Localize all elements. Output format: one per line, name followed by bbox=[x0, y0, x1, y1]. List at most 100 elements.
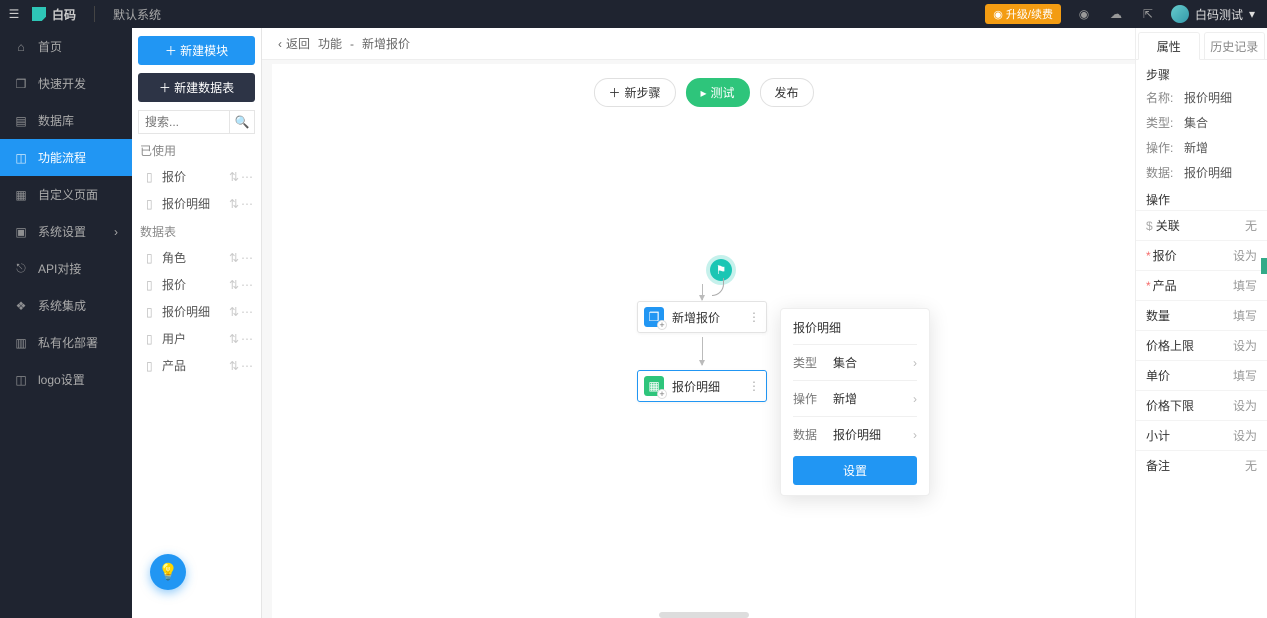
new-table-button[interactable]: ＋ 新建数据表 bbox=[138, 73, 255, 102]
crumb-func: 功能 bbox=[318, 35, 342, 52]
op-row[interactable]: 单价填写 bbox=[1136, 360, 1267, 390]
op-row[interactable]: 关联无 bbox=[1136, 210, 1267, 240]
nav-quickdev[interactable]: ❒快速开发 bbox=[0, 65, 132, 102]
test-button[interactable]: ▸测试 bbox=[685, 78, 749, 107]
connector-arrow bbox=[702, 284, 703, 300]
nav-integration[interactable]: ❖系统集成 bbox=[0, 287, 132, 324]
sort-icon[interactable]: ⇅ bbox=[229, 305, 239, 319]
list-item[interactable]: ▯报价明细⇅⋯ bbox=[132, 298, 261, 325]
sort-icon[interactable]: ⇅ bbox=[229, 332, 239, 346]
tab-attributes[interactable]: 属性 bbox=[1138, 32, 1200, 60]
more-icon[interactable]: ⋯ bbox=[241, 305, 253, 319]
new-module-button[interactable]: ＋ 新建模块 bbox=[138, 36, 255, 65]
menu-toggle-icon[interactable]: ☰ bbox=[0, 7, 28, 21]
chevron-right-icon: › bbox=[913, 428, 917, 442]
popover-row-type[interactable]: 类型 集合 › bbox=[793, 347, 917, 378]
brand-logo[interactable]: 白码 bbox=[32, 6, 76, 23]
op-row[interactable]: 数量填写 bbox=[1136, 300, 1267, 330]
list-item-label: 报价 bbox=[162, 276, 186, 293]
nav-api[interactable]: ⎋API对接 bbox=[0, 250, 132, 287]
system-name[interactable]: 默认系统 bbox=[113, 6, 161, 23]
op-label: 价格下限 bbox=[1146, 397, 1194, 414]
op-row[interactable]: 价格下限设为 bbox=[1136, 390, 1267, 420]
more-icon[interactable]: ⋯ bbox=[241, 251, 253, 265]
document-icon: ▯ bbox=[146, 251, 156, 265]
op-value: 填写 bbox=[1233, 307, 1257, 324]
op-row[interactable]: 报价设为 bbox=[1136, 240, 1267, 270]
canvas[interactable]: ＋新步骤 ▸测试 发布 ⚑ ❒+ 新增报价 ⋮ ▦+ 报价明细 ⋮ 报价明细 类… bbox=[272, 64, 1135, 618]
publish-button[interactable]: 发布 bbox=[760, 78, 814, 107]
export-icon[interactable]: ⇱ bbox=[1139, 5, 1157, 23]
node-label: 报价明细 bbox=[672, 378, 720, 395]
op-row[interactable]: 小计设为 bbox=[1136, 420, 1267, 450]
group-used-title: 已使用 bbox=[132, 136, 261, 163]
upgrade-button[interactable]: ◉升级/续费 bbox=[985, 4, 1061, 24]
search-icon[interactable]: 🔍 bbox=[229, 110, 255, 134]
op-label: 价格上限 bbox=[1146, 337, 1194, 354]
more-icon[interactable]: ⋯ bbox=[241, 197, 253, 211]
op-row[interactable]: 产品填写 bbox=[1136, 270, 1267, 300]
node-more-icon[interactable]: ⋮ bbox=[748, 310, 760, 324]
node-cube-icon: ❒+ bbox=[644, 307, 664, 327]
nav-custom-page[interactable]: ▦自定义页面 bbox=[0, 176, 132, 213]
back-button[interactable]: ‹返回 bbox=[278, 35, 310, 52]
brand-name: 白码 bbox=[52, 6, 76, 23]
popover-row-data[interactable]: 数据 报价明细 › bbox=[793, 419, 917, 450]
search-input[interactable] bbox=[138, 110, 229, 134]
popover-set-button[interactable]: 设置 bbox=[793, 456, 917, 485]
node-more-icon[interactable]: ⋮ bbox=[748, 379, 760, 393]
topbar: ☰ 白码 默认系统 ◉升级/续费 ◉ ☁ ⇱ 白码测试 ▾ bbox=[0, 0, 1267, 28]
ops-section-title: 操作 bbox=[1136, 185, 1267, 210]
list-item[interactable]: ▯角色⇅⋯ bbox=[132, 244, 261, 271]
list-item[interactable]: ▯产品⇅⋯ bbox=[132, 352, 261, 379]
horizontal-scrollbar[interactable] bbox=[659, 612, 749, 618]
more-icon[interactable]: ⋯ bbox=[241, 332, 253, 346]
integration-icon: ❖ bbox=[14, 299, 28, 313]
chevron-right-icon: › bbox=[913, 356, 917, 370]
document-icon: ▯ bbox=[146, 359, 156, 373]
avatar-icon bbox=[1171, 5, 1189, 23]
op-row[interactable]: 价格上限设为 bbox=[1136, 330, 1267, 360]
tab-history[interactable]: 历史记录 bbox=[1204, 32, 1266, 59]
more-icon[interactable]: ⋯ bbox=[241, 170, 253, 184]
sort-icon[interactable]: ⇅ bbox=[229, 197, 239, 211]
popover-row-op[interactable]: 操作 新增 › bbox=[793, 383, 917, 414]
breadcrumb-bar: ‹返回 功能 - 新增报价 bbox=[262, 28, 1267, 60]
list-item[interactable]: ▯报价⇅⋯ bbox=[132, 271, 261, 298]
side-indicator[interactable] bbox=[1261, 258, 1267, 274]
more-icon[interactable]: ⋯ bbox=[241, 278, 253, 292]
list-item[interactable]: ▯报价⇅⋯ bbox=[132, 163, 261, 190]
op-value: 填写 bbox=[1233, 367, 1257, 384]
connector-curve bbox=[712, 278, 724, 296]
flow-node-quote-detail[interactable]: ▦+ 报价明细 ⋮ bbox=[637, 370, 767, 402]
more-icon[interactable]: ⋯ bbox=[241, 359, 253, 373]
help-fab[interactable]: 💡 bbox=[150, 554, 186, 590]
crumb-sep: - bbox=[350, 37, 354, 51]
op-row[interactable]: 备注无 bbox=[1136, 450, 1267, 480]
sort-icon[interactable]: ⇅ bbox=[229, 170, 239, 184]
new-step-button[interactable]: ＋新步骤 bbox=[593, 78, 675, 107]
nav-database[interactable]: ▤数据库 bbox=[0, 102, 132, 139]
user-name: 白码测试 bbox=[1195, 6, 1243, 23]
nav-deploy[interactable]: ▥私有化部署 bbox=[0, 324, 132, 361]
sort-icon[interactable]: ⇅ bbox=[229, 278, 239, 292]
nav-logo[interactable]: ◫logo设置 bbox=[0, 361, 132, 398]
chevron-right-icon: › bbox=[114, 225, 118, 239]
logo-mark-icon bbox=[32, 7, 46, 21]
server-icon: ▥ bbox=[14, 336, 28, 350]
user-menu[interactable]: 白码测试 ▾ bbox=[1171, 5, 1255, 23]
nav-home[interactable]: ⌂首页 bbox=[0, 28, 132, 65]
node-list-icon: ▦+ bbox=[644, 376, 664, 396]
node-config-popover: 报价明细 类型 集合 › 操作 新增 › 数据 报价明细 › 设置 bbox=[780, 308, 930, 496]
flow-node-add-quote[interactable]: ❒+ 新增报价 ⋮ bbox=[637, 301, 767, 333]
cloud-icon[interactable]: ☁ bbox=[1107, 5, 1125, 23]
list-item[interactable]: ▯用户⇅⋯ bbox=[132, 325, 261, 352]
nav-flow[interactable]: ◫功能流程 bbox=[0, 139, 132, 176]
op-label: 关联 bbox=[1146, 217, 1180, 234]
sort-icon[interactable]: ⇅ bbox=[229, 251, 239, 265]
play-preview-icon[interactable]: ◉ bbox=[1075, 5, 1093, 23]
nav-settings[interactable]: ▣系统设置› bbox=[0, 213, 132, 250]
sort-icon[interactable]: ⇅ bbox=[229, 359, 239, 373]
list-item-label: 报价 bbox=[162, 168, 186, 185]
list-item[interactable]: ▯报价明细⇅⋯ bbox=[132, 190, 261, 217]
